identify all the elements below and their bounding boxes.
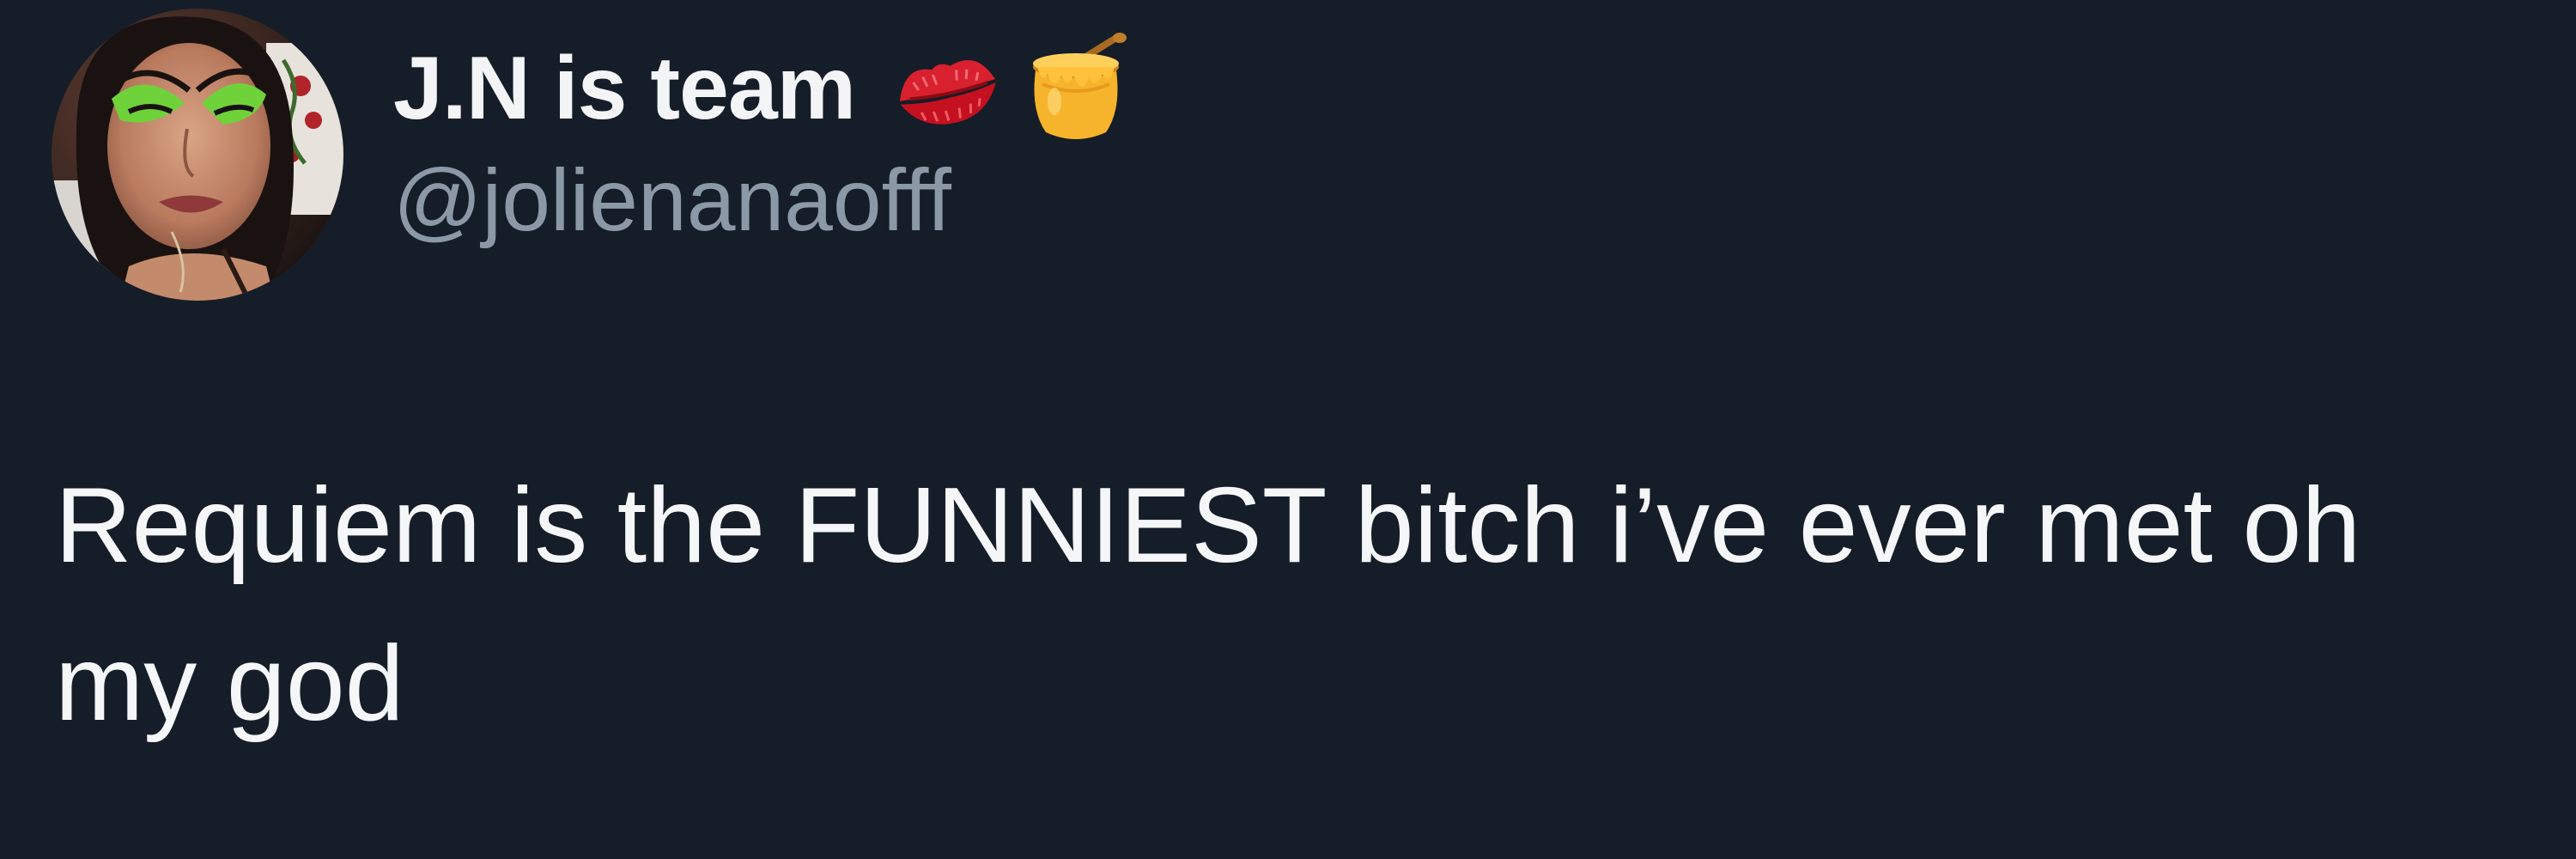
avatar[interactable] (52, 9, 343, 301)
display-name[interactable]: J.N is team (393, 38, 856, 140)
tweet-card: J.N is team @jolienanaofff Requiem is th… (0, 0, 2576, 859)
profile-photo-icon (52, 9, 343, 301)
honey-pot-icon (1020, 33, 1132, 144)
kiss-mark-icon (891, 41, 1003, 136)
author-name-row[interactable]: J.N is team (393, 33, 1132, 144)
tweet-text: Requiem is the FUNNIEST bitch i’ve ever … (55, 466, 2361, 743)
user-handle[interactable]: @jolienanaofff (393, 150, 951, 251)
